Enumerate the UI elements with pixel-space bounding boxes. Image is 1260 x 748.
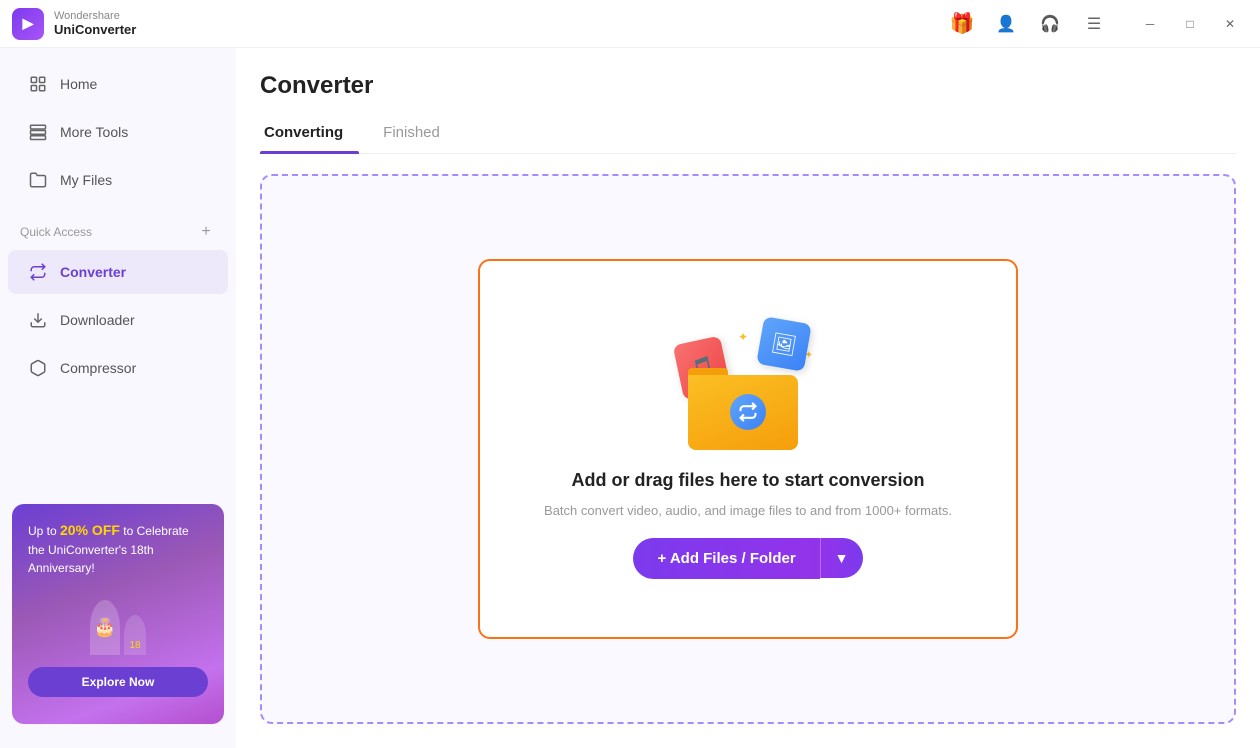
file-illustration: ✦ ✦ ✦ 🎵 🖼 bbox=[678, 320, 818, 450]
downloader-icon bbox=[28, 310, 48, 330]
sidebar-item-converter[interactable]: Converter bbox=[8, 250, 228, 294]
sidebar-item-downloader-label: Downloader bbox=[60, 312, 135, 328]
minimize-button[interactable]: ─ bbox=[1132, 10, 1168, 38]
promo-banner[interactable]: Up to 20% OFF to Celebrate the UniConver… bbox=[12, 504, 224, 724]
compressor-icon bbox=[28, 358, 48, 378]
app-branding: ▶ Wondershare UniConverter bbox=[12, 8, 136, 40]
app-logo: ▶ bbox=[12, 8, 44, 40]
drop-zone-inner[interactable]: ✦ ✦ ✦ 🎵 🖼 bbox=[478, 259, 1018, 639]
sparkle-1: ✦ bbox=[738, 330, 748, 344]
sidebar-item-more-tools-label: More Tools bbox=[60, 124, 128, 140]
quick-access-header: Quick Access + bbox=[0, 212, 236, 248]
sidebar: Home More Tools My Files Quick Access + … bbox=[0, 48, 236, 748]
user-icon[interactable]: 👤 bbox=[992, 10, 1020, 38]
titlebar-icons: 🎁 👤 🎧 ☰ ─ □ ✕ bbox=[948, 10, 1248, 38]
home-icon bbox=[28, 74, 48, 94]
sidebar-item-my-files-label: My Files bbox=[60, 172, 112, 188]
add-files-dropdown-button[interactable]: ▼ bbox=[820, 538, 863, 578]
drop-zone-subtitle: Batch convert video, audio, and image fi… bbox=[544, 503, 952, 518]
maximize-button[interactable]: □ bbox=[1172, 10, 1208, 38]
tabs: Converting Finished bbox=[260, 116, 1236, 154]
image-file-card: 🖼 bbox=[756, 316, 812, 372]
gift-icon[interactable]: 🎁 bbox=[948, 10, 976, 38]
sidebar-item-my-files[interactable]: My Files bbox=[8, 158, 228, 202]
folder-convert-arrow bbox=[730, 394, 766, 430]
add-files-button-group: + Add Files / Folder ▼ bbox=[633, 538, 862, 579]
folder-body bbox=[688, 375, 798, 450]
tab-finished[interactable]: Finished bbox=[379, 116, 456, 153]
headset-icon[interactable]: 🎧 bbox=[1036, 10, 1064, 38]
window-controls: ─ □ ✕ bbox=[1132, 10, 1248, 38]
sidebar-item-compressor-label: Compressor bbox=[60, 360, 136, 376]
promo-explore-button[interactable]: Explore Now bbox=[28, 667, 208, 697]
drop-zone-title: Add or drag files here to start conversi… bbox=[571, 470, 924, 491]
sidebar-item-home-label: Home bbox=[60, 76, 97, 92]
sidebar-item-more-tools[interactable]: More Tools bbox=[8, 110, 228, 154]
more-tools-icon bbox=[28, 122, 48, 142]
add-files-button[interactable]: + Add Files / Folder bbox=[633, 538, 819, 579]
sidebar-item-home[interactable]: Home bbox=[8, 62, 228, 106]
close-button[interactable]: ✕ bbox=[1212, 10, 1248, 38]
main-layout: Home More Tools My Files Quick Access + … bbox=[0, 48, 1260, 748]
sidebar-item-converter-label: Converter bbox=[60, 264, 126, 280]
content-area: Converter Converting Finished ✦ ✦ ✦ 🎵 🖼 bbox=[236, 48, 1260, 748]
app-name: Wondershare UniConverter bbox=[54, 10, 136, 37]
sidebar-item-downloader[interactable]: Downloader bbox=[8, 298, 228, 342]
titlebar: ▶ Wondershare UniConverter 🎁 👤 🎧 ☰ ─ □ ✕ bbox=[0, 0, 1260, 48]
chevron-down-icon: ▼ bbox=[835, 550, 849, 566]
promo-text: Up to 20% OFF to Celebrate the UniConver… bbox=[28, 520, 208, 577]
drop-zone-outer[interactable]: ✦ ✦ ✦ 🎵 🖼 bbox=[260, 174, 1236, 724]
my-files-icon bbox=[28, 170, 48, 190]
sidebar-item-compressor[interactable]: Compressor bbox=[8, 346, 228, 390]
menu-icon[interactable]: ☰ bbox=[1080, 10, 1108, 38]
quick-access-label: Quick Access bbox=[20, 225, 92, 239]
tab-converting[interactable]: Converting bbox=[260, 116, 359, 153]
quick-access-add-button[interactable]: + bbox=[196, 222, 216, 242]
page-title: Converter bbox=[260, 72, 1236, 100]
converter-icon bbox=[28, 262, 48, 282]
